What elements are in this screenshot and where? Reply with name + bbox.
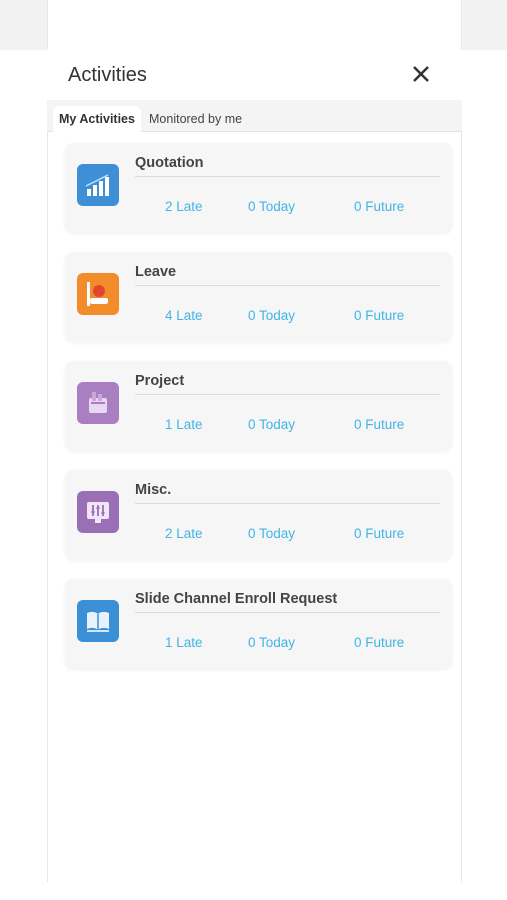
today-count-link[interactable]: 0 Today xyxy=(248,308,295,323)
future-count-link[interactable]: 0 Future xyxy=(354,308,404,323)
today-count-link[interactable]: 0 Today xyxy=(248,635,295,650)
today-count-link[interactable]: 0 Today xyxy=(248,417,295,432)
card-divider xyxy=(135,176,440,177)
activity-card-slide-channel[interactable]: Slide Channel Enroll Request 1 Late 0 To… xyxy=(65,579,452,669)
page-title: Activities xyxy=(68,64,147,86)
future-count-link[interactable]: 0 Future xyxy=(354,199,404,214)
late-count-link[interactable]: 2 Late xyxy=(165,526,203,541)
future-count-link[interactable]: 0 Future xyxy=(354,635,404,650)
activity-card-misc[interactable]: Misc. 2 Late 0 Today 0 Future xyxy=(65,470,452,560)
project-icon xyxy=(77,382,119,424)
late-count-link[interactable]: 2 Late xyxy=(165,199,203,214)
panel-header: Activities xyxy=(47,50,462,100)
late-count-link[interactable]: 1 Late xyxy=(165,417,203,432)
tab-bar: My Activities Monitored by me xyxy=(47,100,462,132)
future-count-link[interactable]: 0 Future xyxy=(354,417,404,432)
today-count-link[interactable]: 0 Today xyxy=(248,526,295,541)
leave-icon xyxy=(77,273,119,315)
tab-my-activities[interactable]: My Activities xyxy=(53,106,141,132)
future-count-link[interactable]: 0 Future xyxy=(354,526,404,541)
late-count-link[interactable]: 1 Late xyxy=(165,635,203,650)
activity-name: Project xyxy=(135,373,185,389)
activity-card-leave[interactable]: Leave 4 Late 0 Today 0 Future xyxy=(65,252,452,342)
card-divider xyxy=(135,394,440,395)
today-count-link[interactable]: 0 Today xyxy=(248,199,295,214)
book-icon xyxy=(77,600,119,642)
close-icon[interactable] xyxy=(410,63,432,85)
card-divider xyxy=(135,612,440,613)
card-divider xyxy=(135,503,440,504)
activity-name: Leave xyxy=(135,264,177,280)
activity-card-project[interactable]: Project 1 Late 0 Today 0 Future xyxy=(65,361,452,451)
activity-name: Quotation xyxy=(135,155,204,171)
activity-card-quotation[interactable]: Quotation 2 Late 0 Today 0 Future xyxy=(65,143,452,233)
late-count-link[interactable]: 4 Late xyxy=(165,308,203,323)
misc-settings-icon xyxy=(77,491,119,533)
activity-name: Misc. xyxy=(135,482,172,498)
activity-name: Slide Channel Enroll Request xyxy=(135,591,338,607)
tab-monitored-by-me[interactable]: Monitored by me xyxy=(143,106,248,132)
quotation-chart-icon xyxy=(77,164,119,206)
card-divider xyxy=(135,285,440,286)
